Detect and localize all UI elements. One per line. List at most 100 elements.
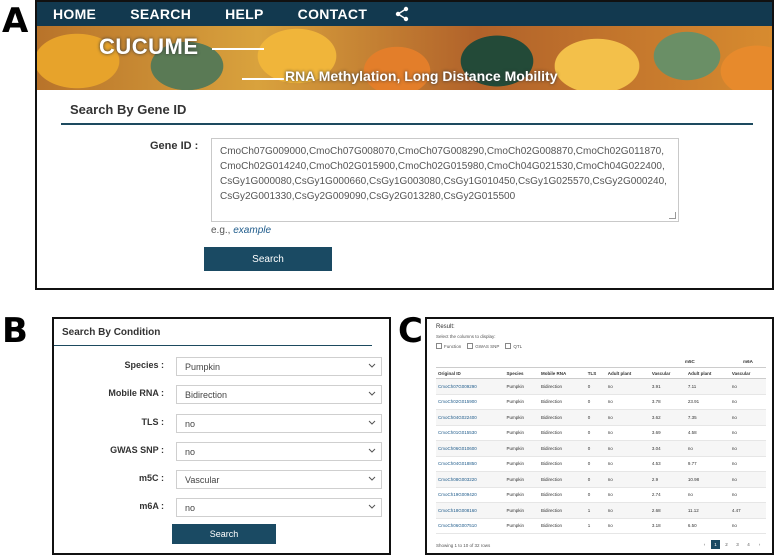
gene-id-link[interactable]: CmoCh01G015530 bbox=[436, 425, 505, 441]
gene-id-link[interactable]: CmoCh04G018850 bbox=[436, 456, 505, 472]
pagination-summary: Showing 1 to 10 of 32 rows bbox=[436, 543, 491, 548]
gene-id-link[interactable]: CmoCh07G009290 bbox=[436, 378, 505, 395]
banner-divider bbox=[212, 48, 264, 50]
table-cell: 1 bbox=[585, 502, 606, 519]
gwas-snp-checkbox[interactable]: GWAS SNP bbox=[467, 343, 499, 349]
gene-id-link[interactable]: CmoCh02G015900 bbox=[436, 394, 505, 410]
column-header[interactable]: Species bbox=[504, 367, 539, 379]
page-button[interactable]: 4 bbox=[744, 540, 753, 549]
gene-id-link[interactable]: CmoCh06G010600 bbox=[436, 440, 505, 457]
table-row: CmoCh06G010600 Pumpkin Bidirection 0 no 3.04 n… bbox=[436, 440, 766, 457]
gene-id-link[interactable]: CmoCh18G008160 bbox=[436, 502, 505, 519]
table-cell: 3.91 bbox=[649, 378, 686, 395]
gene-id-textarea[interactable]: CmoCh07G009000,CmoCh07G008070,CmoCh07G00… bbox=[211, 138, 679, 222]
column-header[interactable]: Adult plant bbox=[685, 367, 730, 379]
table-cell: 3.69 bbox=[649, 425, 686, 441]
tls-value: no bbox=[185, 419, 196, 429]
gene-id-label: Gene ID : bbox=[150, 140, 199, 152]
nav-search[interactable]: SEARCH bbox=[130, 6, 191, 22]
tls-label: TLS : bbox=[141, 417, 165, 427]
table-cell: 7.35 bbox=[685, 409, 730, 426]
gwas-snp-select[interactable]: no bbox=[176, 442, 382, 461]
example-link[interactable]: example bbox=[233, 225, 271, 236]
table-cell: 4.53 bbox=[649, 456, 686, 472]
column-header[interactable]: TLS bbox=[585, 367, 606, 379]
gene-id-link[interactable]: CmoCh19G009420 bbox=[436, 487, 505, 503]
gene-id-link[interactable]: CmoCh08G003220 bbox=[436, 471, 505, 488]
gene-id-link[interactable]: CmoCh06G007510 bbox=[436, 518, 505, 534]
table-cell: no bbox=[605, 425, 650, 441]
qtl-checkbox[interactable]: QTL bbox=[505, 343, 522, 349]
results-body: CmoCh07G009290 Pumpkin Bidirection 0 no 3.91 7… bbox=[436, 378, 766, 534]
table-cell: no bbox=[729, 378, 766, 395]
mobile-rna-value: Bidirection bbox=[185, 390, 228, 400]
table-row: CmoCh18G008160 Pumpkin Bidirection 1 no 2.68 1… bbox=[436, 502, 766, 519]
table-cell: no bbox=[605, 394, 650, 410]
share-icon[interactable] bbox=[394, 6, 410, 22]
gwas-snp-row: GWAS SNP : no bbox=[54, 442, 389, 461]
column-toggles: Function GWAS SNP QTL bbox=[436, 343, 522, 349]
table-cell: no bbox=[685, 487, 730, 503]
table-cell: Pumpkin bbox=[504, 456, 539, 472]
table-cell: Pumpkin bbox=[504, 471, 539, 488]
banner-subtitle: RNA Methylation, Long Distance Mobility bbox=[285, 68, 558, 84]
function-checkbox[interactable]: Function bbox=[436, 343, 461, 349]
mobile-rna-select[interactable]: Bidirection bbox=[176, 385, 382, 404]
column-header[interactable]: Vascular bbox=[729, 367, 766, 379]
nav-contact[interactable]: CONTACT bbox=[298, 6, 368, 22]
table-cell: 7.11 bbox=[685, 378, 730, 395]
table-cell: no bbox=[729, 409, 766, 426]
table-row: CmoCh06G007510 Pumpkin Bidirection 1 no 3.18 6… bbox=[436, 518, 766, 534]
gene-search-button[interactable]: Search bbox=[204, 247, 332, 271]
chevron-down-icon bbox=[368, 420, 376, 425]
table-cell: Bidirection bbox=[538, 456, 586, 472]
panel-c-results: Result: Select the columns to display: F… bbox=[425, 317, 774, 555]
table-cell: 0 bbox=[585, 378, 606, 395]
table-cell: Bidirection bbox=[538, 487, 586, 503]
column-header[interactable]: Vascular bbox=[649, 367, 686, 379]
condition-search-button[interactable]: Search bbox=[172, 524, 276, 544]
nav-help[interactable]: HELP bbox=[225, 6, 264, 22]
panel-a-gene-search: HOME SEARCH HELP CONTACT CUCUME RNA Meth… bbox=[35, 0, 774, 290]
page-button[interactable]: 2 bbox=[722, 540, 731, 549]
table-cell: no bbox=[605, 440, 650, 457]
table-cell: Pumpkin bbox=[504, 394, 539, 410]
table-cell: 0 bbox=[585, 456, 606, 472]
heading-rule bbox=[61, 123, 753, 125]
gwas-snp-label: GWAS SNP : bbox=[110, 445, 164, 455]
table-cell: Pumpkin bbox=[504, 378, 539, 395]
m5c-select[interactable]: Vascular bbox=[176, 470, 382, 489]
page-button[interactable]: ‹ bbox=[700, 540, 709, 549]
column-header-row: Original ID Species Mobile RNA TLS Adult pla… bbox=[436, 367, 766, 379]
table-cell: no bbox=[605, 378, 650, 395]
tls-select[interactable]: no bbox=[176, 414, 382, 433]
resize-grip-icon[interactable] bbox=[669, 212, 676, 219]
column-header[interactable]: Adult plant bbox=[605, 367, 650, 379]
panel-b-condition-search: Search By Condition Species : Pumpkin Mo… bbox=[52, 317, 391, 555]
pagination: ‹ 1 2 3 4 › bbox=[700, 540, 764, 549]
page-button[interactable]: 3 bbox=[733, 540, 742, 549]
page-button[interactable]: › bbox=[755, 540, 764, 549]
column-header[interactable]: Original ID bbox=[436, 367, 505, 379]
species-select[interactable]: Pumpkin bbox=[176, 357, 382, 376]
result-subtitle: Select the columns to display: bbox=[436, 334, 496, 339]
table-cell: 3.04 bbox=[649, 440, 686, 457]
table-cell: 9.77 bbox=[685, 456, 730, 472]
nav-home[interactable]: HOME bbox=[53, 6, 96, 22]
checkbox-label: QTL bbox=[513, 343, 523, 349]
table-cell: 6.50 bbox=[685, 518, 730, 534]
m5c-row: m5C : Vascular bbox=[54, 470, 389, 489]
table-cell: Bidirection bbox=[538, 440, 586, 457]
page-button[interactable]: 1 bbox=[711, 540, 720, 549]
result-title: Result: bbox=[436, 324, 455, 330]
column-header[interactable]: Mobile RNA bbox=[538, 367, 586, 379]
mobile-rna-row: Mobile RNA : Bidirection bbox=[54, 385, 389, 404]
gwas-snp-value: no bbox=[185, 447, 196, 457]
table-row: CmoCh08G003220 Pumpkin Bidirection 0 no 2.9 10… bbox=[436, 471, 766, 488]
table-cell: 4.47 bbox=[729, 502, 766, 519]
gene-id-link[interactable]: CmoCh04G022400 bbox=[436, 409, 505, 426]
table-cell: no bbox=[605, 518, 650, 534]
m6a-select[interactable]: no bbox=[176, 498, 382, 517]
table-cell: no bbox=[605, 487, 650, 503]
table-cell: Bidirection bbox=[538, 394, 586, 410]
